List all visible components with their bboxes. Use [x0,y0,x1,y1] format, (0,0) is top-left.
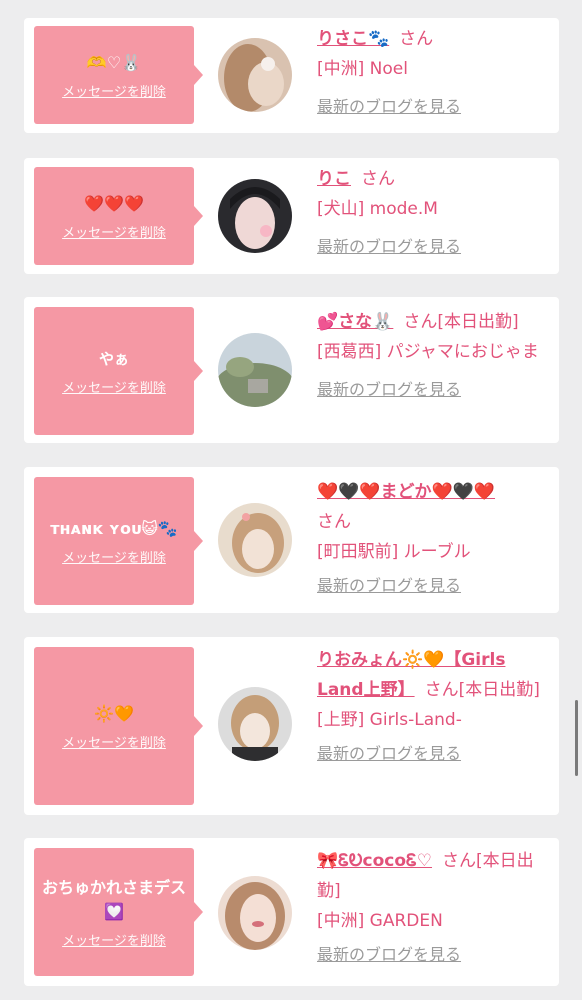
cast-name-link[interactable]: りこ [317,169,351,189]
latest-blog-link[interactable]: 最新のブログを見る [317,237,461,256]
cast-info: ❤️🖤❤️まどか❤️🖤❤️ さん [町田駅前] ルーブル 最新のブログを見る [317,477,553,601]
latest-blog-link[interactable]: 最新のブログを見る [317,945,461,964]
message-text: やぁ [98,349,129,368]
message-text: 🫶♡🐰 [86,52,142,72]
delete-message-link[interactable]: メッセージを削除 [62,930,166,949]
message-bubble: ❤️❤️❤️ メッセージを削除 [34,167,203,265]
message-text: 🔆🧡 [94,703,134,723]
avatar-photo [218,179,292,253]
honorific: さん [317,512,351,532]
message-text: ᴛʜᴀɴᴋ ʏᴏᴜ😺🐾 [50,518,178,538]
cast-info: りこ さん [犬山] mode.M 最新のブログを見る [317,164,553,262]
shop-name: [町田駅前] ルーブル [317,542,471,562]
cast-name-link[interactable]: ❤️🖤❤️まどか❤️🖤❤️ [317,482,495,502]
latest-blog-link[interactable]: 最新のブログを見る [317,380,461,399]
delete-message-link[interactable]: メッセージを削除 [62,547,166,566]
honorific: さん [361,169,395,189]
avatar-photo [218,38,292,112]
message-card: やぁ メッセージを削除 💕さな🐰 さん[本日出勤] [西葛西] パジャマにおじゃま… [24,297,559,443]
shop-name: [中洲] Noel [317,59,408,79]
avatar[interactable] [218,503,292,577]
message-card: おちゅかれさまデス💟 メッセージを削除 🎀ᏋᎧcocoᏋ♡ さん[本日出勤] [中… [24,838,559,986]
message-card: ᴛʜᴀɴᴋ ʏᴏᴜ😺🐾 メッセージを削除 ❤️🖤❤️まどか❤️🖤❤️ さん [町… [24,467,559,613]
avatar-photo [218,876,292,950]
delete-message-link[interactable]: メッセージを削除 [62,732,166,751]
avatar[interactable] [218,876,292,950]
message-card: ❤️❤️❤️ メッセージを削除 りこ さん [犬山] mode.M 最新のブログを… [24,158,559,274]
latest-blog-link[interactable]: 最新のブログを見る [317,97,461,116]
cast-name-link[interactable]: 🎀ᏋᎧcocoᏋ♡ [317,851,432,871]
shop-name: [上野] Girls-Land- [317,710,462,730]
shop-name: [犬山] mode.M [317,199,438,219]
latest-blog-link[interactable]: 最新のブログを見る [317,576,461,595]
honorific: さん [442,851,477,871]
message-text: おちゅかれさまデス💟 [41,877,186,921]
status-label: [本日出勤] [437,312,519,332]
delete-message-link[interactable]: メッセージを削除 [62,222,166,241]
avatar[interactable] [218,38,292,112]
message-text: ❤️❤️❤️ [84,193,144,213]
avatar[interactable] [218,333,292,407]
avatar[interactable] [218,179,292,253]
avatar-photo [218,333,292,407]
message-bubble: 🫶♡🐰 メッセージを削除 [34,26,203,124]
shop-name: [中洲] GARDEN [317,911,443,931]
delete-message-link[interactable]: メッセージを削除 [62,81,166,100]
cast-name-link[interactable]: りさこ🐾 [317,29,389,49]
latest-blog-link[interactable]: 最新のブログを見る [317,744,461,763]
message-bubble: ᴛʜᴀɴᴋ ʏᴏᴜ😺🐾 メッセージを削除 [34,477,203,605]
honorific: さん [403,312,438,332]
cast-info: 💕さな🐰 さん[本日出勤] [西葛西] パジャマにおじゃま 最新のブログを見る [317,307,553,405]
message-card: 🔆🧡 メッセージを削除 りおみょん🔆🧡【Girls Land上野】 さん[本日出勤… [24,637,559,815]
message-bubble: 🔆🧡 メッセージを削除 [34,647,203,805]
cast-info: 🎀ᏋᎧcocoᏋ♡ さん[本日出勤] [中洲] GARDEN 最新のブログを見る [317,846,553,970]
message-card: 🫶♡🐰 メッセージを削除 りさこ🐾 さん [中洲] Noel 最新のブログを見る [24,18,559,133]
scrollbar[interactable] [575,700,578,776]
honorific: さん [424,680,459,700]
avatar[interactable] [218,687,292,761]
avatar-photo [218,503,292,577]
cast-name-link[interactable]: 💕さな🐰 [317,312,393,332]
cast-info: りおみょん🔆🧡【Girls Land上野】 さん[本日出勤] [上野] Girls… [317,645,553,769]
cast-info: りさこ🐾 さん [中洲] Noel 最新のブログを見る [317,24,553,122]
message-bubble: やぁ メッセージを削除 [34,307,203,435]
status-label: [本日出勤] [458,680,540,700]
message-bubble: おちゅかれさまデス💟 メッセージを削除 [34,848,203,976]
avatar-photo [218,687,292,761]
honorific: さん [399,29,434,49]
delete-message-link[interactable]: メッセージを削除 [62,377,166,396]
shop-name: [西葛西] パジャマにおじゃま [317,342,539,362]
